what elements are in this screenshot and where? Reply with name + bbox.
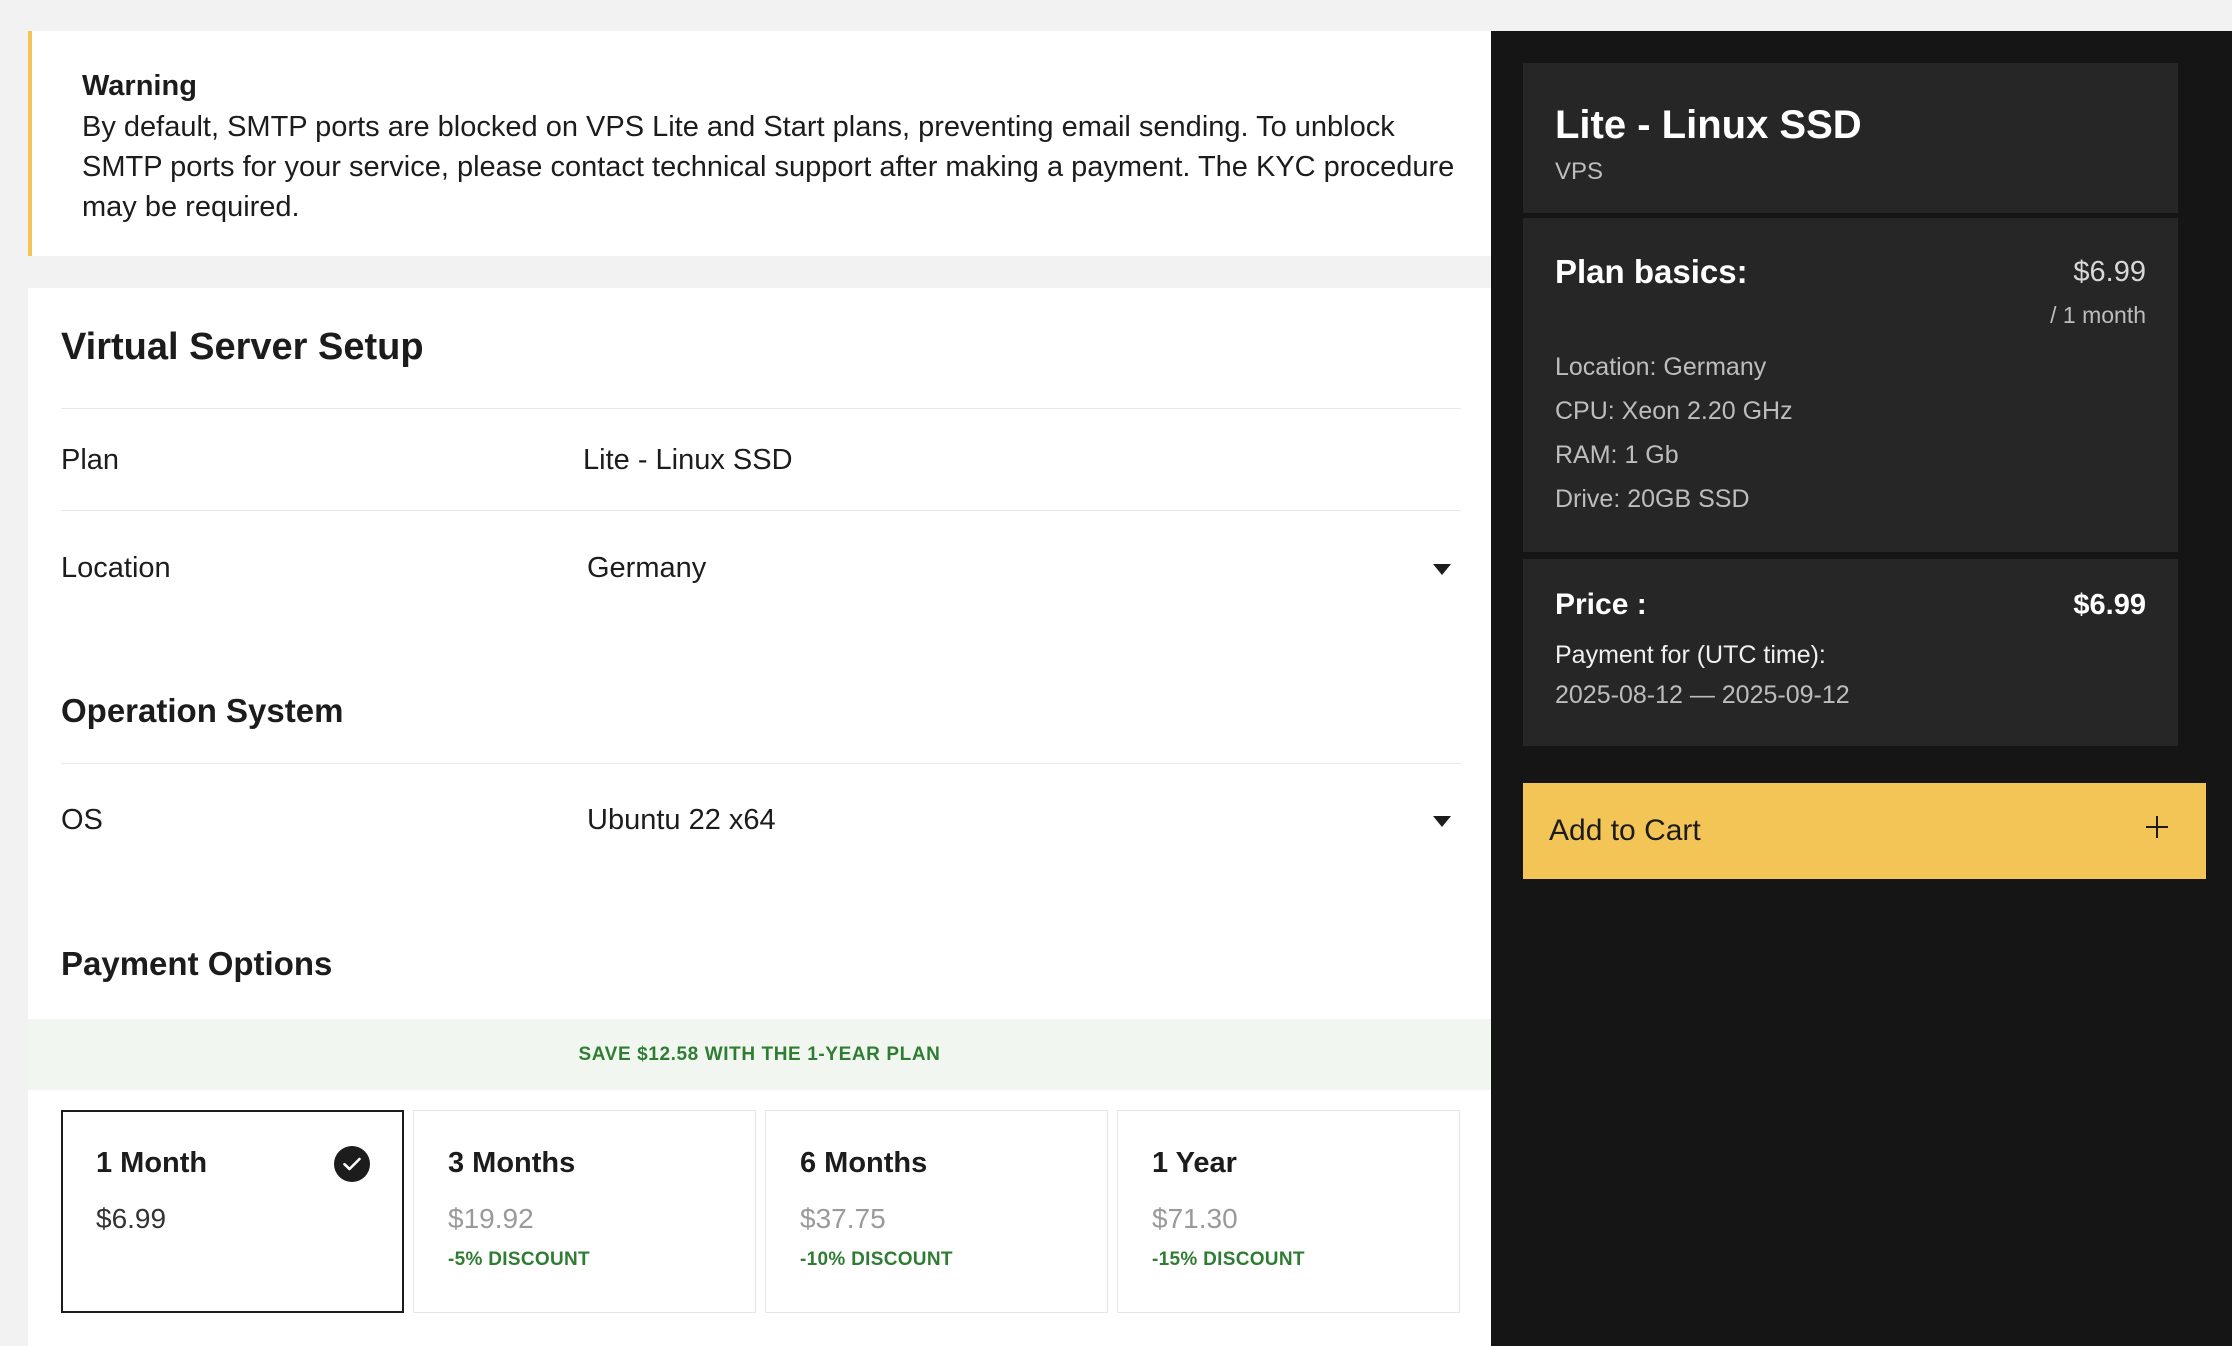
chevron-down-icon: [1433, 564, 1451, 575]
payment-option-price: $19.92: [448, 1203, 534, 1234]
summary-plan-type: VPS: [1555, 158, 1604, 185]
warning-text: By default, SMTP ports are blocked on VP…: [82, 111, 1455, 223]
payment-option-3-months[interactable]: 3 Months $19.92 -5% DISCOUNT: [413, 1110, 756, 1313]
payment-option-6-months[interactable]: 6 Months $37.75 -10% DISCOUNT: [765, 1110, 1108, 1313]
virtual-server-setup-panel: Virtual Server Setup Plan Lite - Linux S…: [28, 288, 1491, 1346]
page-title: Virtual Server Setup: [61, 326, 424, 368]
chevron-down-icon: [1433, 816, 1451, 827]
plan-basics-box: Plan basics: $6.99 / 1 month Location: G…: [1523, 218, 2178, 552]
location-select[interactable]: Germany: [583, 528, 1463, 608]
divider: [61, 408, 1461, 409]
plan-basics-title: Plan basics:: [1555, 253, 1748, 290]
spec-drive: Drive: 20GB SSD: [1555, 485, 1750, 513]
summary-plan-name: Lite - Linux SSD: [1555, 103, 1862, 147]
os-section-title: Operation System: [61, 692, 344, 729]
price-label: Price :: [1555, 588, 1647, 621]
payment-option-discount: -10% DISCOUNT: [800, 1249, 953, 1270]
payment-section-title: Payment Options: [61, 945, 333, 982]
payment-option-title: 3 Months: [448, 1147, 576, 1179]
plan-basics-price: $6.99: [2073, 256, 2146, 288]
price-box: Price : $6.99 Payment for (UTC time): 20…: [1523, 559, 2178, 746]
os-label: OS: [61, 804, 103, 836]
payment-option-price: $37.75: [800, 1203, 886, 1234]
plan-label: Plan: [61, 444, 120, 476]
payment-option-1-year[interactable]: 1 Year $71.30 -15% DISCOUNT: [1117, 1110, 1460, 1313]
payment-option-title: 6 Months: [800, 1147, 928, 1179]
add-to-cart-label: Add to Cart: [1549, 814, 1701, 847]
location-selected-value: Germany: [587, 552, 707, 584]
divider: [61, 763, 1461, 764]
payment-option-price: $71.30: [1152, 1203, 1238, 1234]
divider: [61, 510, 1461, 511]
plus-icon: [2146, 816, 2168, 838]
os-select[interactable]: Ubuntu 22 x64: [583, 780, 1463, 860]
spec-location: Location: Germany: [1555, 353, 1767, 381]
location-label: Location: [61, 552, 171, 584]
plan-value: Lite - Linux SSD: [583, 444, 793, 476]
payment-option-title: 1 Year: [1152, 1147, 1237, 1179]
os-selected-value: Ubuntu 22 x64: [587, 804, 776, 836]
payment-option-1-month[interactable]: 1 Month $6.99: [61, 1110, 404, 1313]
plan-header-box: Lite - Linux SSD VPS: [1523, 63, 2178, 213]
smtp-warning-banner: Warning By default, SMTP ports are block…: [28, 31, 1491, 256]
save-banner: SAVE $12.58 WITH THE 1-YEAR PLAN: [28, 1019, 1491, 1090]
spec-ram: RAM: 1 Gb: [1555, 441, 1679, 469]
payment-for-dates: 2025-08-12 — 2025-09-12: [1555, 681, 1850, 709]
price-value: $6.99: [2073, 589, 2146, 621]
plan-basics-period: / 1 month: [2050, 302, 2146, 328]
checkmark-icon: [334, 1146, 370, 1182]
spec-cpu: CPU: Xeon 2.20 GHz: [1555, 397, 1793, 425]
payment-option-discount: -15% DISCOUNT: [1152, 1249, 1305, 1270]
payment-option-price: $6.99: [96, 1203, 167, 1234]
warning-title: Warning: [82, 70, 197, 102]
payment-option-discount: -5% DISCOUNT: [448, 1249, 590, 1270]
add-to-cart-button[interactable]: Add to Cart: [1523, 783, 2206, 879]
order-summary-sidebar: Lite - Linux SSD VPS Plan basics: $6.99 …: [1491, 31, 2232, 1346]
payment-for-label: Payment for (UTC time):: [1555, 641, 1826, 669]
